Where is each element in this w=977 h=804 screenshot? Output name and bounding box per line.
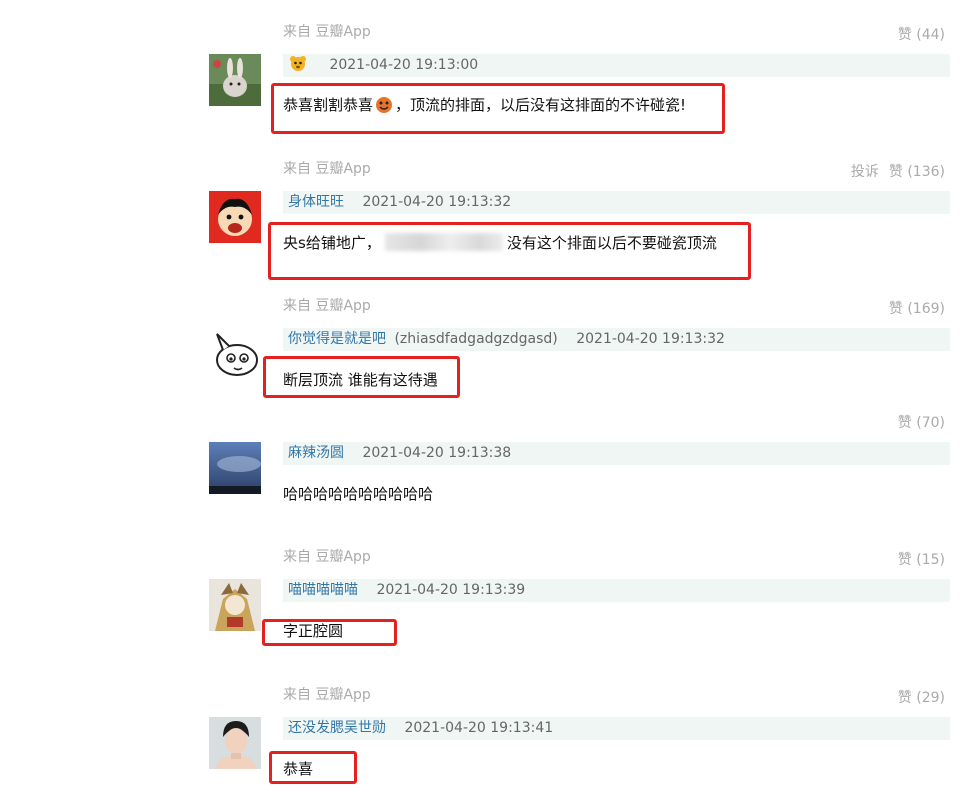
comment-source: 来自 豆瓣App bbox=[283, 298, 371, 314]
avatar[interactable] bbox=[209, 442, 261, 494]
sky-avatar-image bbox=[209, 442, 261, 494]
comment-source: 来自 豆瓣App bbox=[283, 549, 371, 565]
cartoon-avatar-image bbox=[209, 328, 261, 380]
avatar[interactable] bbox=[209, 717, 261, 769]
username-link[interactable]: 还没发腮吴世勋 bbox=[288, 720, 386, 736]
bear-emoji-icon[interactable] bbox=[289, 55, 307, 81]
comment-source: 来自 豆瓣App bbox=[283, 687, 371, 703]
comment-time: 2021-04-20 19:13:00 bbox=[329, 57, 479, 73]
avatar[interactable] bbox=[209, 328, 261, 380]
comment-time: 2021-04-20 19:13:41 bbox=[404, 720, 554, 736]
comment-meta: 麻辣汤圆 2021-04-20 19:13:38 bbox=[283, 442, 950, 465]
username-link[interactable]: 你觉得是就是吧 bbox=[288, 331, 386, 347]
comment-time: 2021-04-20 19:13:32 bbox=[576, 331, 725, 347]
username-link[interactable]: 麻辣汤圆 bbox=[288, 445, 344, 461]
comment-time: 2021-04-20 19:13:32 bbox=[362, 194, 512, 210]
like-button[interactable]: 赞 (44) bbox=[898, 27, 945, 43]
highlight-box bbox=[263, 356, 460, 398]
comment-meta: 2021-04-20 19:13:00 bbox=[283, 54, 950, 77]
portrait-avatar-image bbox=[209, 717, 261, 769]
comment-actions: 赞 (169) bbox=[889, 299, 945, 319]
comment-meta: 你觉得是就是吧 (zhiasdfadgadgzdgasd) 2021-04-20… bbox=[283, 328, 950, 351]
comment-actions: 投诉赞 (136) bbox=[851, 162, 945, 182]
comment-actions: 赞 (29) bbox=[898, 688, 945, 708]
avatar[interactable] bbox=[209, 54, 261, 106]
highlight-box bbox=[268, 222, 751, 280]
comment-text: 哈哈哈哈哈哈哈哈哈哈 bbox=[283, 485, 434, 503]
comment-actions: 赞 (44) bbox=[898, 25, 945, 45]
like-button[interactable]: 赞 (169) bbox=[889, 301, 945, 317]
comment-actions: 赞 (70) bbox=[898, 413, 945, 433]
comment-time: 2021-04-20 19:13:39 bbox=[376, 582, 526, 598]
comment-meta: 还没发腮吴世勋 2021-04-20 19:13:41 bbox=[283, 717, 950, 740]
comment-list: 来自 豆瓣App 赞 (44) 2021-04-20 19:13:00 恭喜割割… bbox=[0, 0, 977, 804]
like-button[interactable]: 赞 (136) bbox=[889, 164, 945, 180]
illustration-avatar-image bbox=[209, 579, 261, 631]
highlight-box bbox=[271, 83, 725, 134]
like-button[interactable]: 赞 (15) bbox=[898, 552, 945, 568]
username-link[interactable]: 身体旺旺 bbox=[288, 194, 344, 210]
user-id: (zhiasdfadgadgzdgasd) bbox=[394, 331, 558, 347]
comment-actions: 赞 (15) bbox=[898, 550, 945, 570]
comment-meta: 身体旺旺 2021-04-20 19:13:32 bbox=[283, 191, 950, 214]
avatar[interactable] bbox=[209, 191, 261, 243]
username-link[interactable]: 喵喵喵喵喵 bbox=[288, 582, 358, 598]
highlight-box bbox=[262, 619, 397, 646]
wangwang-avatar-image bbox=[209, 191, 261, 243]
highlight-box bbox=[269, 751, 357, 784]
rabbit-avatar-image bbox=[209, 54, 261, 106]
comment-source: 来自 豆瓣App bbox=[283, 161, 371, 177]
report-button[interactable]: 投诉 bbox=[851, 164, 879, 180]
avatar[interactable] bbox=[209, 579, 261, 631]
like-button[interactable]: 赞 (70) bbox=[898, 415, 945, 431]
comment-source: 来自 豆瓣App bbox=[283, 24, 371, 40]
like-button[interactable]: 赞 (29) bbox=[898, 690, 945, 706]
comment-meta: 喵喵喵喵喵 2021-04-20 19:13:39 bbox=[283, 579, 950, 602]
comment-time: 2021-04-20 19:13:38 bbox=[362, 445, 512, 461]
